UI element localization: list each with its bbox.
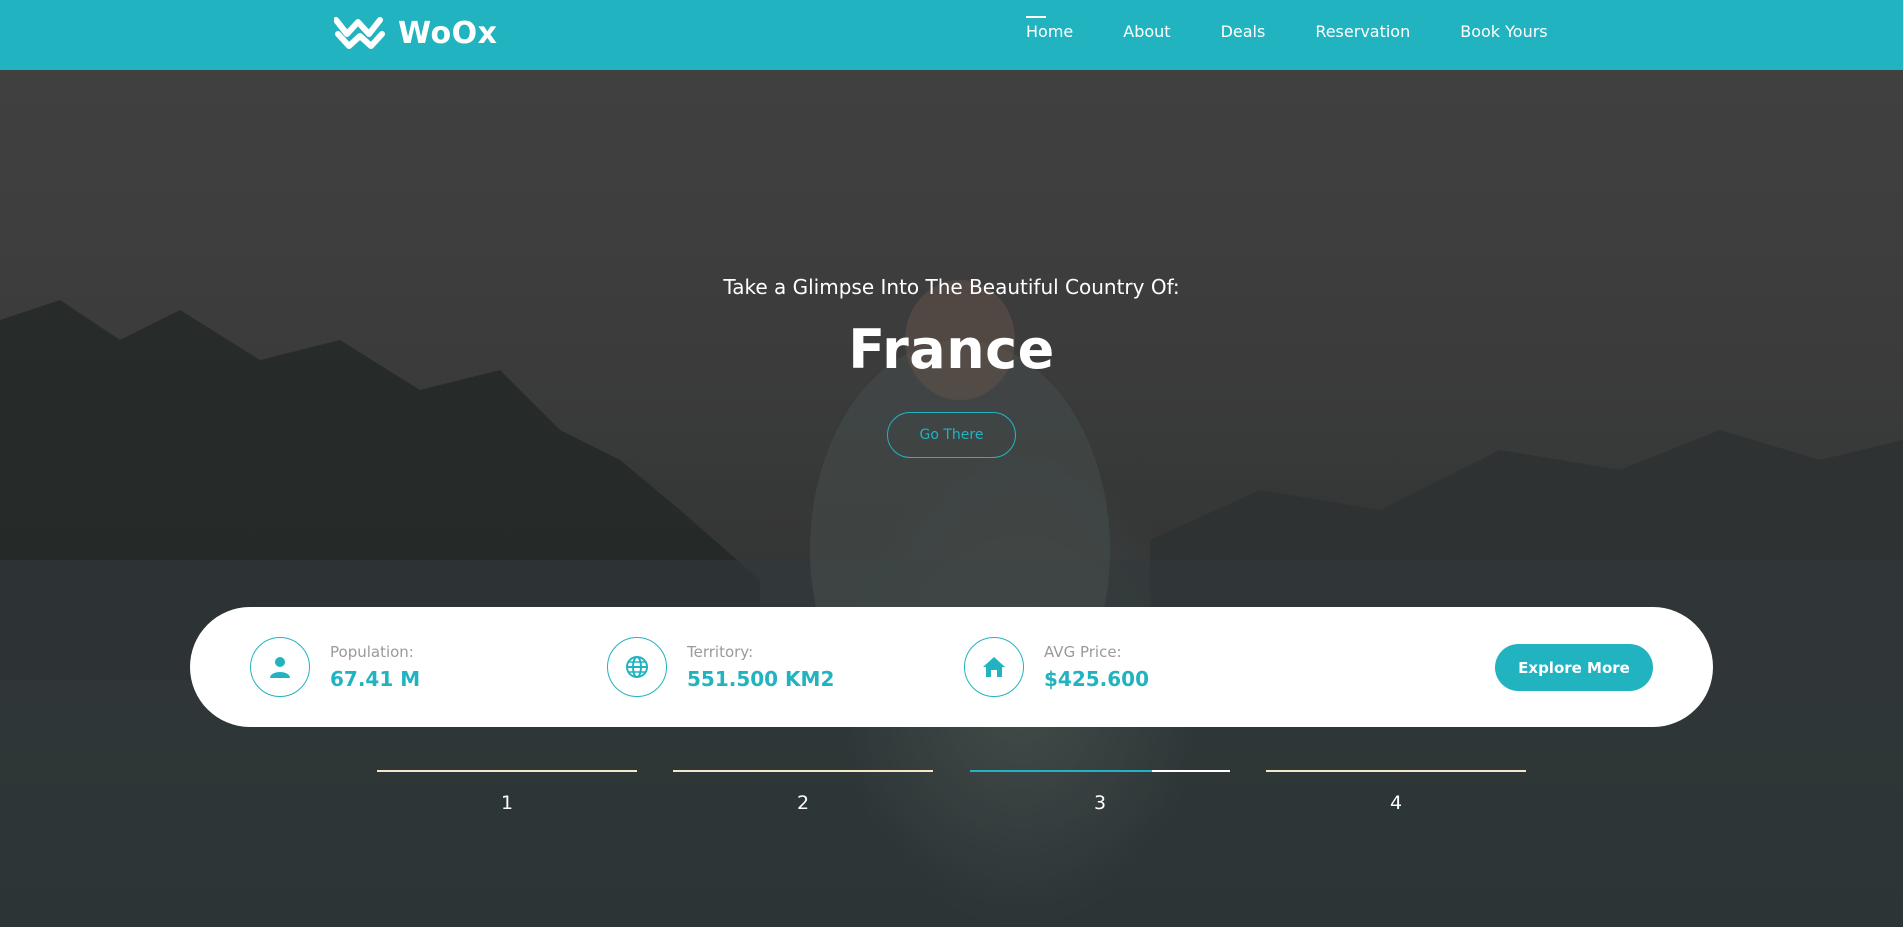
stat-avg-price: AVG Price: $425.600 xyxy=(964,637,1149,697)
stat-territory: Territory: 551.500 KM2 xyxy=(607,637,834,697)
nav-reservation[interactable]: Reservation xyxy=(1315,22,1410,41)
hero-subtitle: Take a Glimpse Into The Beautiful Countr… xyxy=(723,275,1180,299)
slide-tab-1[interactable]: 1 xyxy=(377,770,637,814)
slide-progress-line xyxy=(1266,770,1526,772)
nav-deals[interactable]: Deals xyxy=(1221,22,1266,41)
stat-value: 551.500 KM2 xyxy=(687,667,835,691)
user-icon xyxy=(250,637,310,697)
slide-number: 1 xyxy=(500,792,514,814)
slide-progress-line xyxy=(377,770,637,772)
stat-population: Population: 67.41 M xyxy=(250,637,420,697)
logo-text: WoOx xyxy=(398,15,498,51)
slide-number: 3 xyxy=(1093,792,1107,814)
top-header: WoOx Home About Deals Reservation Book Y… xyxy=(0,0,1903,70)
stat-label: AVG Price: xyxy=(1044,643,1122,661)
slide-progress-line xyxy=(970,770,1230,772)
slide-number: 4 xyxy=(1389,792,1403,814)
stat-label: Population: xyxy=(330,643,414,661)
nav-home[interactable]: Home xyxy=(1026,16,1073,41)
country-info-card: Population: 67.41 M Territory: 551.500 K… xyxy=(190,607,1713,727)
slide-tab-3[interactable]: 3 xyxy=(970,770,1230,814)
stat-value: $425.600 xyxy=(1044,667,1150,691)
go-there-button[interactable]: Go There xyxy=(887,412,1016,458)
slide-number: 2 xyxy=(796,792,810,814)
nav-book-yours[interactable]: Book Yours xyxy=(1460,22,1547,41)
nav-about[interactable]: About xyxy=(1123,22,1170,41)
home-icon xyxy=(964,637,1024,697)
stat-value: 67.41 M xyxy=(330,667,421,691)
slide-tab-4[interactable]: 4 xyxy=(1266,770,1526,814)
hero-section: Take a Glimpse Into The Beautiful Countr… xyxy=(0,70,1903,927)
stat-label: Territory: xyxy=(687,643,754,661)
main-nav: Home About Deals Reservation Book Yours xyxy=(1026,16,1598,41)
hero-overlay xyxy=(0,70,1903,927)
globe-icon xyxy=(607,637,667,697)
hero-title: France xyxy=(848,318,1055,381)
logo[interactable]: WoOx xyxy=(334,14,498,52)
slide-tab-2[interactable]: 2 xyxy=(673,770,933,814)
logo-icon xyxy=(334,17,385,49)
explore-more-button[interactable]: Explore More xyxy=(1495,644,1653,691)
slide-progress-line xyxy=(673,770,933,772)
